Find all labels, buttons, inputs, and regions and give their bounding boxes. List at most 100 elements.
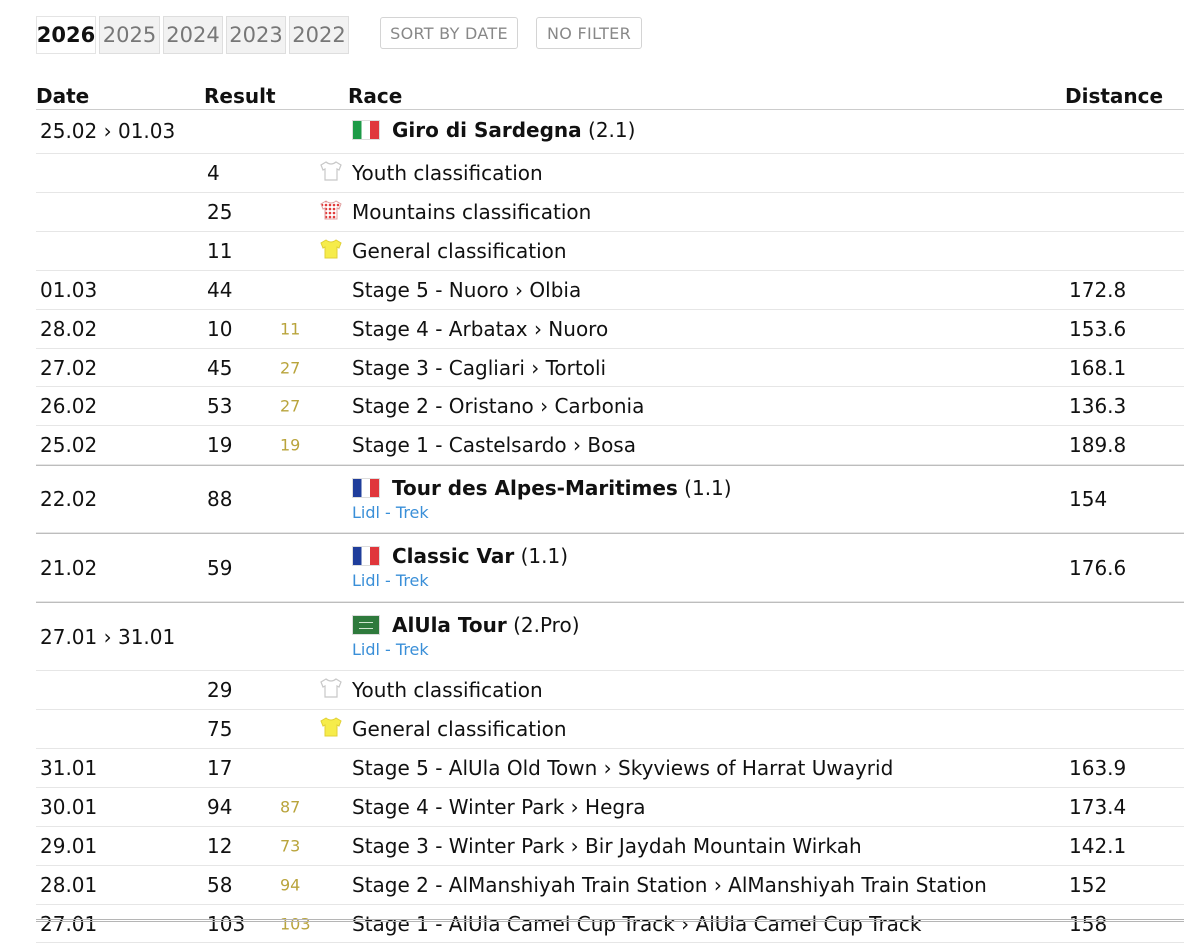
race-class: (1.1) [677,476,732,500]
race-stage-link[interactable]: Stage 3 - Cagliari › Tortoli [352,356,606,380]
tab-year-2026[interactable]: 2026 [36,16,96,54]
distance-cell: 136.3 [1069,394,1127,418]
gc-position-cell: 87 [280,797,301,817]
race-name-link[interactable]: Tour des Alpes-Maritimes [392,476,678,500]
sa-flag-icon [352,615,380,635]
race-stage-link[interactable]: General classification [352,239,567,263]
result-cell: 58 [207,873,233,897]
team-link[interactable]: Lidl - Trek [352,640,429,659]
table-row: 30.01 94 87 Stage 4 - Winter Park › Hegra 17… [36,788,1184,827]
table-row: 25.02 › 01.03 Giro di Sardegna (2.1) [36,109,1184,154]
date-cell: 28.02 [40,317,98,341]
race-stage-link[interactable]: Stage 4 - Arbatax › Nuoro [352,317,608,341]
tab-year-2022[interactable]: 2022 [289,16,349,54]
result-cell: 53 [207,394,233,418]
team-link[interactable]: Lidl - Trek [352,503,429,522]
result-cell: 11 [207,239,233,263]
result-cell: 75 [207,717,233,741]
race-title: AlUla Tour (2.Pro) [352,613,580,637]
race-stage-link[interactable]: Youth classification [352,678,543,702]
race-stage-link[interactable]: Stage 3 - Winter Park › Bir Jaydah Mount… [352,834,862,858]
gc-position-cell: 103 [280,914,311,933]
column-header-race[interactable]: Race [348,84,402,108]
result-cell: 45 [207,355,233,380]
race-class: (2.Pro) [506,613,580,637]
result-cell: 88 [207,487,233,511]
date-cell: 31.01 [40,756,98,780]
table-row: 22.02 88 Tour des Alpes-Maritimes (1.1) Lid… [36,465,1184,533]
table-row: 25 Mountains classification [36,193,1184,232]
distance-cell: 152 [1069,873,1108,897]
race-name-link[interactable]: AlUla Tour [392,613,507,637]
table-row: 27.01 › 31.01 AlUla Tour (2.Pro) Lidl - Tr… [36,602,1184,671]
result-cell: 19 [207,433,233,457]
race-stage-link[interactable]: Stage 5 - Nuoro › Olbia [352,278,581,302]
gc-position-cell: 19 [280,435,301,455]
table-row: 28.01 58 94 Stage 2 - AlManshiyah Train Sta… [36,866,1184,905]
result-cell: 44 [207,278,233,302]
white-jersey-icon [320,160,342,182]
distance-cell: 153.6 [1069,317,1127,341]
table-row: 01.03 44 Stage 5 - Nuoro › Olbia 172.8 [36,271,1184,310]
result-cell: 29 [207,678,233,702]
race-title: Tour des Alpes-Maritimes (1.1) [352,476,732,500]
race-stage-link[interactable]: Mountains classification [352,200,591,224]
race-name-link[interactable]: Classic Var [392,544,514,568]
distance-cell: 142.1 [1069,834,1127,858]
distance-cell: 176.6 [1069,555,1127,580]
race-stage-link[interactable]: Stage 2 - Oristano › Carbonia [352,394,644,418]
result-cell: 12 [207,834,233,858]
no-filter-button[interactable]: NO FILTER [536,17,642,49]
table-row: 31.01 17 Stage 5 - AlUla Old Town › Skyvie… [36,749,1184,788]
result-cell: 17 [207,756,233,780]
race-name-link[interactable]: Giro di Sardegna [392,118,582,142]
fr-flag-icon [352,546,380,566]
tab-year-2024[interactable]: 2024 [163,16,223,54]
team-link[interactable]: Lidl - Trek [352,571,429,590]
date-cell: 27.02 [40,355,98,380]
race-stage-link[interactable]: Stage 4 - Winter Park › Hegra [352,795,646,819]
column-header-distance[interactable]: Distance [1065,84,1163,108]
distance-cell: 168.1 [1069,355,1127,380]
tab-year-2025[interactable]: 2025 [99,16,160,54]
date-cell: 28.01 [40,873,98,897]
table-header: Date Result Race Distance [36,82,1184,110]
result-cell: 59 [207,555,233,580]
race-stage-link[interactable]: Stage 1 - Castelsardo › Bosa [352,433,636,457]
race-stage-link[interactable]: Stage 2 - AlManshiyah Train Station › Al… [352,873,987,897]
toolbar: 2026 2025 2024 2023 2022 SORT BY DATE NO… [36,16,1184,56]
table-row: 26.02 53 27 Stage 2 - Oristano › Carbonia 13… [36,387,1184,426]
column-header-date[interactable]: Date [36,84,89,108]
white-jersey-icon [320,677,342,699]
result-cell: 10 [207,317,233,341]
result-cell: 4 [207,161,220,185]
race-title: Giro di Sardegna (2.1) [352,118,635,142]
distance-cell: 172.8 [1069,278,1127,302]
race-stage-link[interactable]: General classification [352,717,567,741]
race-title: Classic Var (1.1) [352,544,568,568]
year-tabs: 2026 2025 2024 2023 2022 [36,16,352,54]
date-cell: 21.02 [40,555,98,580]
date-cell: 26.02 [40,394,98,418]
gc-position-cell: 73 [280,836,301,856]
distance-cell: 189.8 [1069,433,1127,457]
date-cell: 29.01 [40,834,98,858]
sort-by-date-button[interactable]: SORT BY DATE [380,17,518,49]
tab-year-2023[interactable]: 2023 [226,16,286,54]
table-row: 27.02 45 27 Stage 3 - Cagliari › Tortoli 168… [36,349,1184,387]
yellow-jersey-icon [320,716,342,738]
polka-jersey-icon [320,199,342,221]
results-table: 25.02 › 01.03 Giro di Sardegna (2.1) 4 Yout… [36,109,1184,943]
table-bottom-border [36,919,1184,922]
race-stage-link[interactable]: Youth classification [352,161,543,185]
distance-cell: 173.4 [1069,795,1127,819]
race-stage-link[interactable]: Stage 5 - AlUla Old Town › Skyviews of H… [352,756,893,780]
date-cell: 30.01 [40,795,98,819]
table-row: 29.01 12 73 Stage 3 - Winter Park › Bir Jay… [36,827,1184,866]
date-cell: 22.02 [40,487,98,511]
gc-position-cell: 11 [280,319,301,339]
race-class: (2.1) [581,118,636,142]
yellow-jersey-icon [320,238,342,260]
gc-position-cell: 27 [280,396,301,416]
column-header-result[interactable]: Result [204,84,276,108]
